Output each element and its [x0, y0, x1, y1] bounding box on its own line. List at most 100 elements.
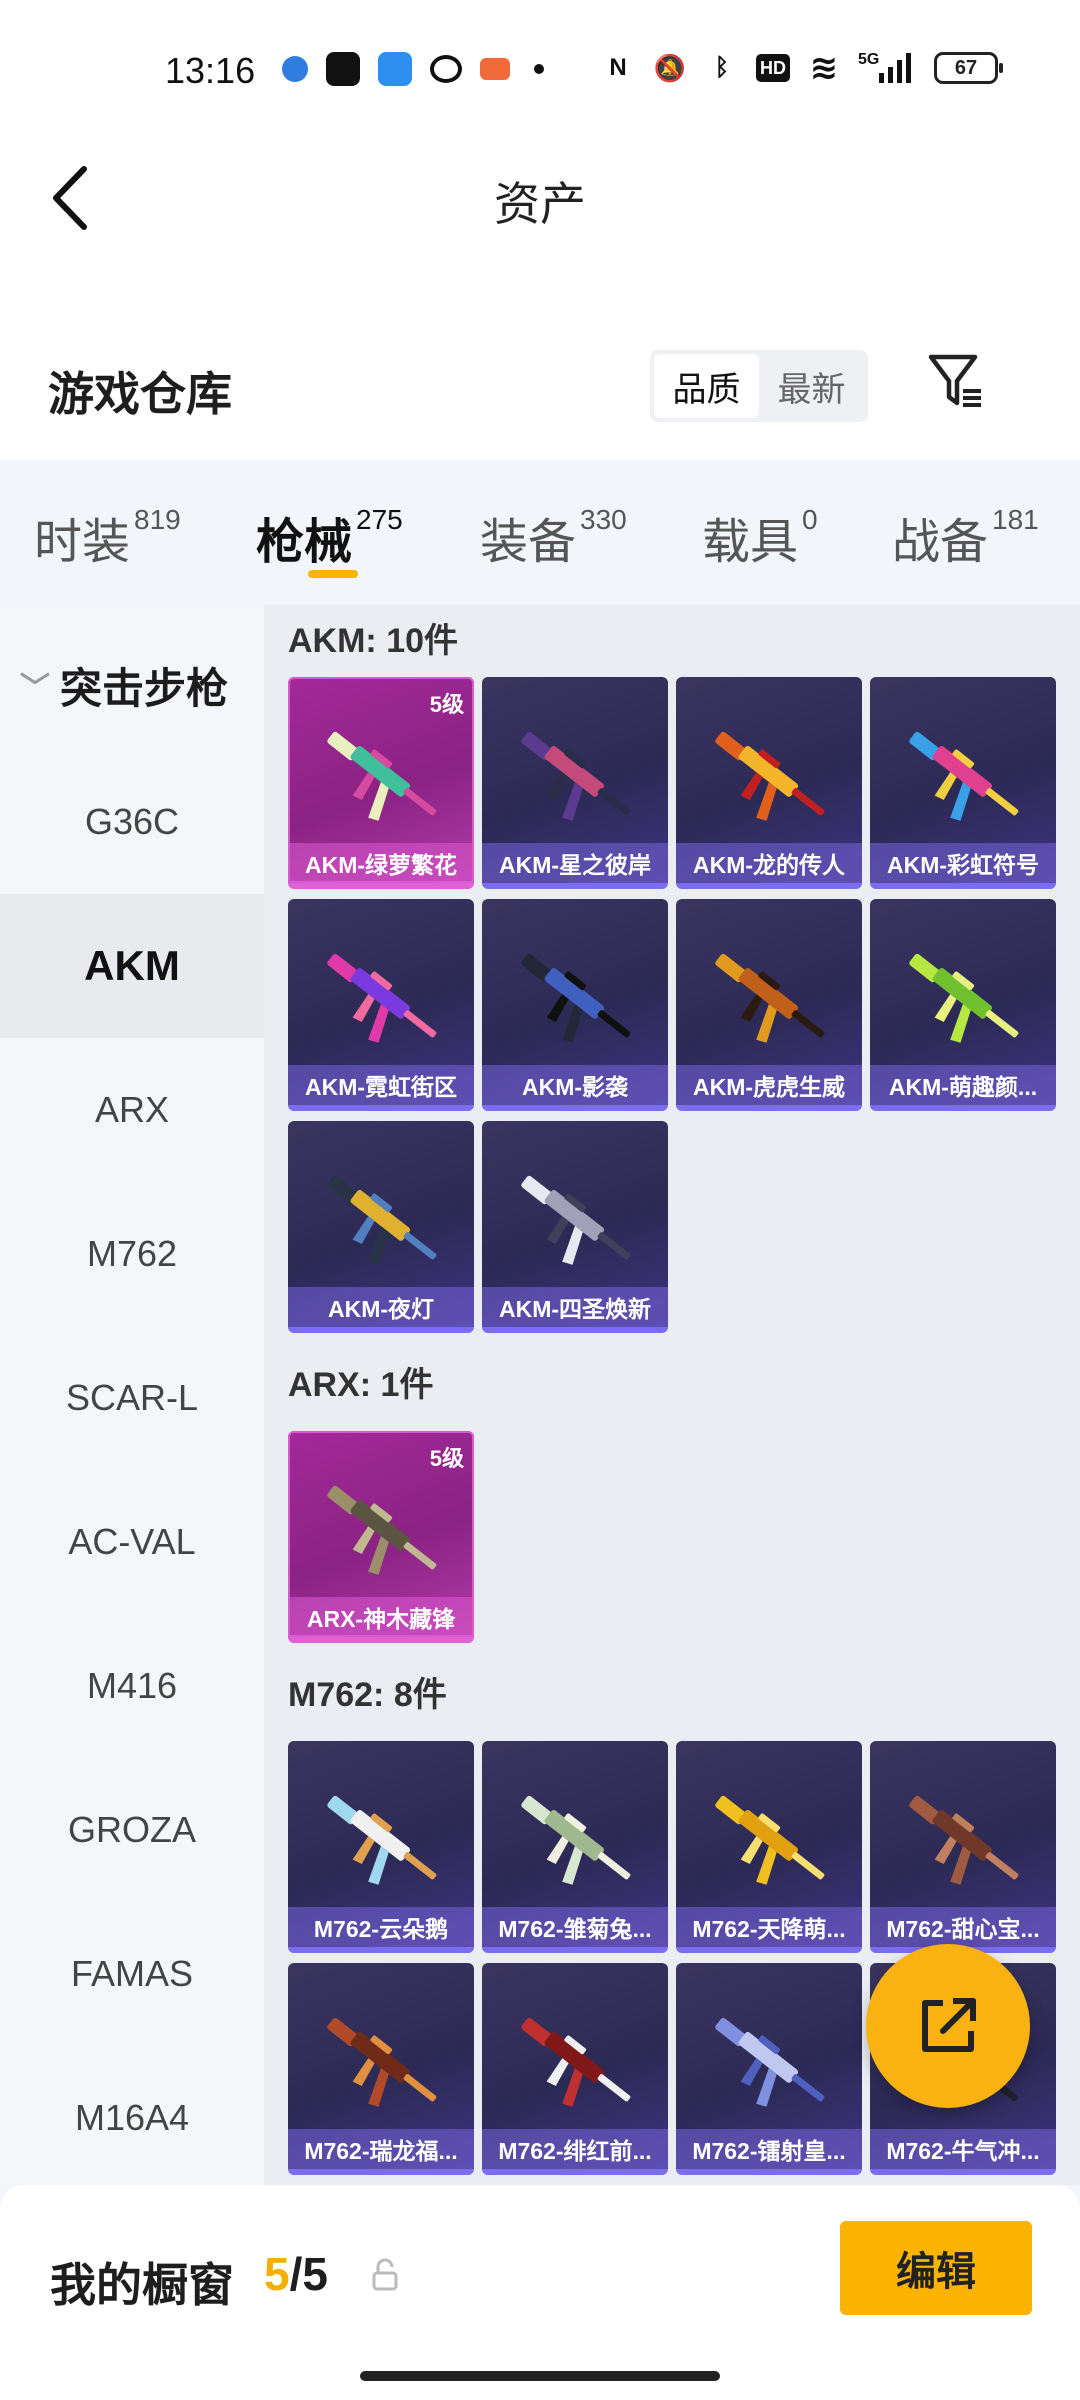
home-indicator: [360, 2371, 720, 2381]
sidebar-item-groza[interactable]: GROZA: [0, 1758, 264, 1902]
tab-outfits[interactable]: 时装 819: [34, 502, 181, 572]
weapon-name: AKM-绿萝繁花: [288, 843, 474, 883]
sidebar-item-akm[interactable]: AKM: [0, 894, 264, 1038]
tab-supplies[interactable]: 战备 181: [892, 502, 1039, 572]
status-time: 13:16: [165, 50, 256, 91]
rifle-skin-icon: [327, 953, 437, 1043]
warehouse-title: 游戏仓库: [48, 368, 232, 420]
level-badge: 5级: [429, 692, 464, 717]
rifle-skin-icon: [521, 2017, 631, 2107]
weapon-name: M762-雏菊兔...: [482, 1907, 668, 1947]
weapon-card[interactable]: AKM-虎虎生威: [676, 899, 862, 1111]
battery-indicator: 67: [934, 52, 1003, 84]
signal-5g-icon: 5G: [858, 50, 918, 86]
tab-label: 战备: [892, 516, 989, 569]
filter-button[interactable]: [920, 346, 990, 416]
sidebar-item-m416[interactable]: M416: [0, 1614, 264, 1758]
weapon-card[interactable]: M762-瑞龙福...: [288, 1963, 474, 2175]
rifle-skin-icon: [715, 731, 825, 821]
showcase-total: 5: [302, 2248, 328, 2300]
category-tabs: 时装 819 枪械 275 装备 330 载具 0 战备 181: [0, 460, 1080, 605]
rifle-skin-icon: [327, 1175, 437, 1265]
tab-count: 330: [580, 504, 627, 535]
weapon-card[interactable]: AKM-萌趣颜...: [870, 899, 1056, 1111]
rifle-skin-icon: [521, 1175, 631, 1265]
chevron-down-icon: ﹀: [20, 672, 50, 705]
sort-by-newest[interactable]: 最新: [759, 354, 864, 418]
lock-icon: [372, 2258, 398, 2291]
weapon-card[interactable]: M762-天降萌...: [676, 1741, 862, 1953]
level-badge: 5级: [429, 1446, 464, 1471]
showcase-title: 我的橱窗: [50, 2259, 234, 2311]
bluetooth-icon: ᛒ: [714, 54, 730, 81]
filter-icon: [928, 354, 981, 407]
weapon-card[interactable]: AKM-龙的传人: [676, 677, 862, 889]
weapon-card[interactable]: AKM-影袭: [482, 899, 668, 1111]
tab-vehicles[interactable]: 载具 0: [702, 502, 818, 572]
weapon-name: AKM-影袭: [482, 1065, 668, 1105]
weapon-name: M762-镭射皇...: [676, 2129, 862, 2169]
rifle-skin-icon: [327, 731, 437, 821]
tab-count: 181: [992, 504, 1039, 535]
tab-count: 275: [356, 504, 403, 535]
sidebar-item-g36c[interactable]: G36C: [0, 750, 264, 894]
sidebar-group-assault-rifles[interactable]: ﹀ 突击步枪: [0, 645, 264, 725]
weapon-card[interactable]: AKM-夜灯: [288, 1121, 474, 1333]
sidebar-item-arx[interactable]: ARX: [0, 1038, 264, 1182]
rifle-skin-icon: [909, 731, 1019, 821]
weapon-name: AKM-星之彼岸: [482, 843, 668, 883]
rifle-skin-icon: [521, 953, 631, 1043]
tab-firearms[interactable]: 枪械 275: [256, 502, 403, 572]
group-title: AKM: 10件: [288, 622, 459, 660]
sidebar-item-ac-val[interactable]: AC-VAL: [0, 1470, 264, 1614]
weather-app-icon: [282, 56, 308, 82]
weapon-name: AKM-龙的传人: [676, 843, 862, 883]
sidebar-group-label: 突击步枪: [60, 664, 229, 712]
rifle-skin-icon: [715, 953, 825, 1043]
sidebar-item-famas[interactable]: FAMAS: [0, 1902, 264, 2046]
weapon-card[interactable]: M762-甜心宝...: [870, 1741, 1056, 1953]
share-button[interactable]: [866, 1944, 1030, 2108]
rifle-skin-icon: [715, 1795, 825, 1885]
wechat-icon: [430, 55, 462, 83]
tab-label: 时装: [34, 516, 131, 569]
app-header: 资产: [0, 140, 1080, 290]
weapon-name: ARX-神木藏锋: [288, 1597, 474, 1637]
weapon-card[interactable]: AKM-霓虹街区: [288, 899, 474, 1111]
weapon-sidebar: ﹀ 突击步枪 G36C AKM ARX M762 SCAR-L AC-VAL M…: [0, 605, 264, 2185]
weapon-name: M762-甜心宝...: [870, 1907, 1056, 1947]
sort-toggle: 品质 最新: [650, 350, 868, 422]
rifle-skin-icon: [909, 953, 1019, 1043]
group-title: ARX: 1件: [288, 1366, 434, 1404]
weapon-card[interactable]: AKM-星之彼岸: [482, 677, 668, 889]
hd-icon: HD: [756, 54, 790, 82]
weapon-card[interactable]: M762-绯红前...: [482, 1963, 668, 2175]
sort-by-quality[interactable]: 品质: [654, 354, 759, 418]
weapon-card[interactable]: AKM-四圣焕新: [482, 1121, 668, 1333]
more-notifications-icon: [534, 64, 544, 74]
rifle-skin-icon: [909, 1795, 1019, 1885]
weapon-card[interactable]: AKM-彩虹符号: [870, 677, 1056, 889]
cloud-app-icon: [378, 52, 412, 86]
edit-button[interactable]: 编辑: [840, 2221, 1032, 2315]
weapon-card[interactable]: 5级 ARX-神木藏锋: [288, 1431, 474, 1643]
group-title: M762: 8件: [288, 1676, 447, 1714]
weapon-card[interactable]: M762-镭射皇...: [676, 1963, 862, 2175]
warehouse-header: 游戏仓库 品质 最新: [0, 290, 1080, 460]
weapon-card[interactable]: M762-云朵鹅: [288, 1741, 474, 1953]
tab-equipment[interactable]: 装备 330: [480, 502, 627, 572]
rifle-skin-icon: [715, 2017, 825, 2107]
game-app-icon: [480, 58, 510, 80]
active-tab-indicator: [308, 570, 358, 578]
sidebar-item-m762[interactable]: M762: [0, 1182, 264, 1326]
sidebar-item-scar-l[interactable]: SCAR-L: [0, 1326, 264, 1470]
rifle-skin-icon: [327, 1485, 437, 1575]
tab-label: 装备: [480, 516, 577, 569]
weapon-name: AKM-虎虎生威: [676, 1065, 862, 1105]
showcase-bar: 我的橱窗 5/5 编辑: [0, 2185, 1080, 2400]
weapon-card[interactable]: 5级 AKM-绿萝繁花: [288, 677, 474, 889]
weapon-card[interactable]: M762-雏菊兔...: [482, 1741, 668, 1953]
weapon-name: AKM-夜灯: [288, 1287, 474, 1327]
weapon-name: M762-瑞龙福...: [288, 2129, 474, 2169]
sidebar-item-m16a4[interactable]: M16A4: [0, 2046, 264, 2185]
